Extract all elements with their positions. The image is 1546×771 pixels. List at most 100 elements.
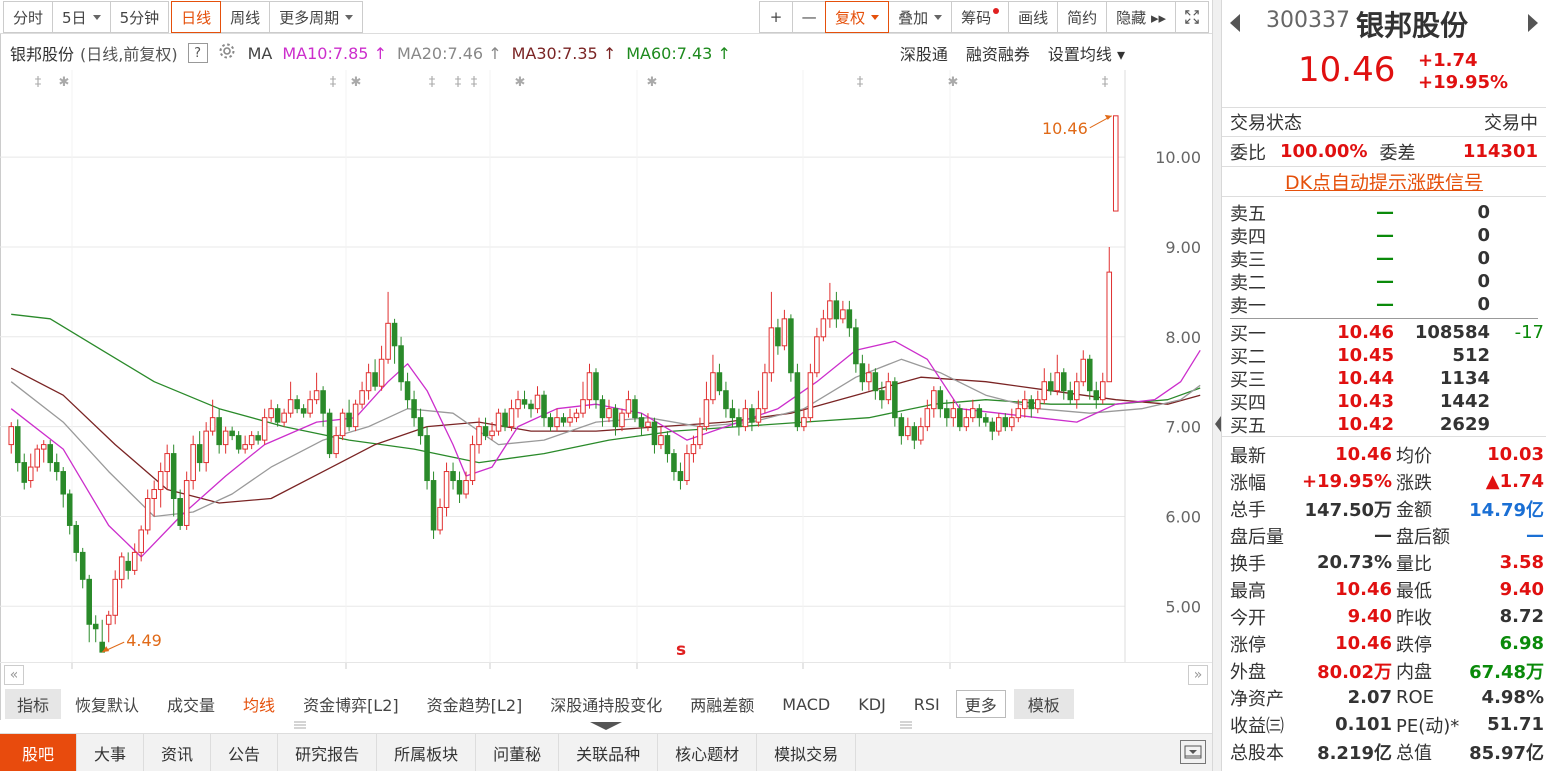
ma10-value: MA10:7.85 ↑	[282, 43, 387, 63]
stat-label: 今开	[1230, 607, 1266, 629]
candle-body	[430, 480, 437, 531]
next-stock-icon[interactable]	[1528, 14, 1538, 32]
bid-row[interactable]: 买五 10.42 2629	[1230, 413, 1538, 437]
zoom-out-button[interactable]: —	[792, 1, 827, 33]
tab-sectors[interactable]: 所属板块	[377, 734, 477, 771]
tab-5day[interactable]: 5日	[52, 1, 111, 33]
collapse-arrow-icon[interactable]	[1215, 416, 1221, 432]
tab-weekly[interactable]: 周线	[220, 1, 271, 33]
tab-forum[interactable]: 股吧	[0, 734, 78, 771]
ask-volume: 0	[1477, 202, 1490, 223]
tab-rsi[interactable]: RSI	[900, 695, 954, 714]
tab-connect-holdings[interactable]: 深股通持股变化	[536, 692, 676, 716]
tab-restore-default[interactable]: 恢复默认	[61, 692, 153, 716]
ask-row[interactable]: 卖四 — 0	[1230, 224, 1538, 248]
candle-body	[788, 318, 794, 374]
tab-daily[interactable]: 日线	[171, 1, 222, 33]
zoom-in-button[interactable]: +	[759, 1, 794, 33]
simple-button[interactable]: 简约	[1057, 1, 1108, 33]
event-marker-icon: ‡	[330, 75, 337, 90]
tab-margin-diff[interactable]: 两融差额	[676, 692, 768, 716]
bid-row[interactable]: 买四 10.43 1442	[1230, 390, 1538, 414]
tab-5min[interactable]: 5分钟	[109, 1, 170, 33]
tab-more[interactable]: 更多	[955, 690, 1006, 718]
high-price-label: 10.46	[1042, 119, 1088, 138]
link-margin[interactable]: 融资融券	[966, 41, 1030, 65]
link-set-ma[interactable]: 设置均线 ▾	[1048, 41, 1125, 65]
tab-kdj[interactable]: KDJ	[844, 695, 900, 714]
candle-body	[755, 408, 762, 423]
ask-row[interactable]: 卖二 — 0	[1230, 270, 1538, 294]
bid-row[interactable]: 买二 10.45 512	[1230, 344, 1538, 368]
tab-fund-game[interactable]: 资金博弈[L2]	[289, 692, 413, 716]
arrow-up-icon: ↑	[602, 43, 617, 63]
candle-body	[996, 417, 1002, 432]
candle-body	[781, 318, 788, 347]
tab-core-themes[interactable]: 核心题材	[658, 734, 758, 771]
tab-ask-secretary[interactable]: 问董秘	[476, 734, 560, 771]
ask-row[interactable]: 卖五 — 0	[1230, 201, 1538, 225]
stat-value: 80.02万	[1317, 661, 1392, 683]
chart-scrollbar[interactable]: « »	[0, 662, 1212, 686]
scroll-left-icon[interactable]: «	[4, 665, 24, 685]
ask-row[interactable]: 卖三 — 0	[1230, 247, 1538, 271]
event-marker-icon: ‡	[471, 75, 478, 90]
bid-row[interactable]: 买三 10.44 1134	[1230, 367, 1538, 391]
fullscreen-button[interactable]	[1175, 1, 1209, 33]
link-hk-connect[interactable]: 深股通	[900, 41, 948, 65]
candle-body	[131, 551, 138, 571]
tab-related[interactable]: 关联品种	[559, 734, 659, 771]
dk-signal-link[interactable]: DK点自动提示涨跌信号	[1222, 167, 1546, 197]
candle-body	[203, 430, 209, 464]
draw-button[interactable]: 画线	[1008, 1, 1059, 33]
prev-stock-icon[interactable]	[1230, 14, 1240, 32]
tab-research[interactable]: 研究报告	[278, 734, 378, 771]
tab-more-periods[interactable]: 更多周期	[269, 1, 364, 33]
chip-button[interactable]: 筹码	[951, 1, 1010, 33]
candle-body	[560, 417, 567, 423]
candle-body	[118, 556, 125, 580]
candle-body	[333, 435, 339, 455]
tab-announcements[interactable]: 公告	[211, 734, 279, 771]
ask-volume: 0	[1477, 225, 1490, 246]
tab-volume[interactable]: 成交量	[153, 692, 229, 716]
kline-chart[interactable]: 10.00 9.00 8.00 7.00 6.00 5.00 ‡ ✱ ‡ ✱ ‡ ‡ ‡ ✱ ✱ ‡ ✱ ‡ 10.…	[0, 70, 1212, 662]
tab-intraday[interactable]: 分时	[3, 1, 54, 33]
adjust-button[interactable]: 复权	[825, 1, 890, 33]
candle-body	[1067, 390, 1074, 401]
help-icon[interactable]: ?	[187, 43, 208, 63]
hide-button[interactable]: 隐藏 ▸▸	[1106, 1, 1176, 33]
stat-value: 8.219亿	[1317, 742, 1392, 764]
panel-drag-handle[interactable]	[0, 719, 1212, 733]
y-tick-label: 7.00	[1165, 418, 1201, 437]
bid-row[interactable]: 买一 10.46 108584 -17	[1230, 321, 1544, 345]
scroll-right-icon[interactable]: »	[1188, 665, 1208, 685]
stock-name-label: 银邦股份	[10, 45, 75, 64]
overlay-button[interactable]: 叠加	[888, 1, 953, 33]
candle-body	[983, 417, 989, 423]
bid-price: 10.45	[1337, 345, 1394, 366]
candle-body	[60, 471, 66, 495]
tab-indicator[interactable]: 指标	[5, 689, 62, 719]
tab-ma[interactable]: 均线	[229, 692, 289, 716]
ask-row[interactable]: 卖一 — 0	[1230, 293, 1538, 317]
candle-body	[684, 453, 690, 482]
candle-body	[723, 390, 729, 410]
panel-splitter[interactable]	[1212, 0, 1222, 771]
tab-macd[interactable]: MACD	[768, 695, 844, 714]
gear-icon[interactable]	[218, 42, 236, 64]
candle-body	[554, 417, 560, 428]
candle-body	[300, 408, 307, 414]
candle-body	[762, 372, 768, 410]
tab-fund-trend[interactable]: 资金趋势[L2]	[413, 692, 537, 716]
tab-news[interactable]: 资讯	[144, 734, 212, 771]
candle-body	[937, 390, 944, 410]
candle-body	[885, 381, 892, 401]
ask-price: —	[1376, 294, 1394, 315]
stat-value: 10.46	[1335, 444, 1392, 465]
tab-events[interactable]: 大事	[77, 734, 145, 771]
tab-sim-trading[interactable]: 模拟交易	[757, 734, 857, 771]
tab-template[interactable]: 模板	[1013, 689, 1074, 719]
candle-body	[112, 578, 118, 616]
collapse-panel-icon[interactable]	[1180, 740, 1206, 764]
